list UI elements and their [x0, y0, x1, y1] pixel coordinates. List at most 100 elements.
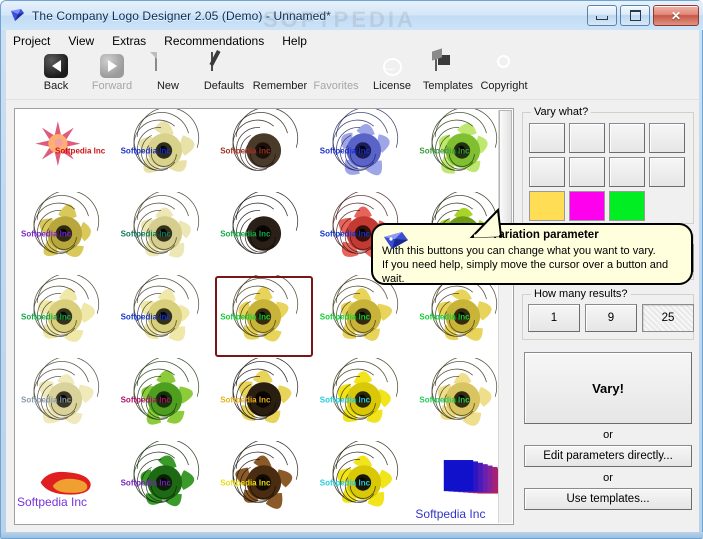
- book-grey-icon: [323, 53, 349, 79]
- result-count-1[interactable]: 1: [528, 304, 580, 332]
- grid-scrollbar[interactable]: [498, 110, 512, 523]
- logo-cell[interactable]: Softpedia Inc: [115, 358, 215, 441]
- new-page-icon: [155, 52, 181, 79]
- forward-arrow-icon: [99, 53, 125, 79]
- menu-item-help[interactable]: Help: [282, 32, 317, 50]
- logo-text: Softpedia Inc: [21, 395, 72, 404]
- logo-text: Softpedia Inc: [319, 312, 371, 321]
- logo-cell[interactable]: Softpedia Inc: [314, 441, 414, 524]
- logo-preview: Softpedia Inc: [15, 358, 115, 441]
- logo-cell[interactable]: Softpedia Inc: [115, 192, 215, 275]
- logo-cell[interactable]: Softpedia Inc: [214, 109, 314, 192]
- vary-param-row-2: [529, 157, 685, 187]
- menu-item-recommendations[interactable]: Recommendations: [164, 32, 274, 50]
- minimize-button[interactable]: [587, 5, 617, 26]
- logo-cell[interactable]: Softpedia Inc: [314, 358, 414, 441]
- toolbar-button-forward: Forward: [84, 51, 140, 92]
- param-swatch-green[interactable]: [609, 191, 645, 221]
- group-vary-what: Vary what?: [522, 106, 694, 224]
- maximize-button[interactable]: [620, 5, 650, 26]
- toolbar: Back Forward New Defaults Remember Favor…: [6, 51, 699, 100]
- logo-preview: Softpedia Inc: [15, 275, 115, 358]
- group-how-many-results: How many results? 1 9 25: [522, 288, 694, 340]
- logo-cell[interactable]: Softpedia Inc: [214, 275, 314, 358]
- tooltip-line-1: With this buttons you can change what yo…: [382, 245, 656, 257]
- vary-button[interactable]: Vary!: [524, 352, 692, 424]
- logo-text: Softpedia Inc: [419, 395, 470, 404]
- logo-text: Softpedia Inc: [319, 478, 371, 487]
- window-title: The Company Logo Designer 2.05 (Demo) - …: [32, 8, 331, 23]
- close-button[interactable]: ✕: [653, 5, 699, 26]
- logo-cell[interactable]: Softpedia Inc: [15, 109, 115, 192]
- toolbar-button-remember[interactable]: Remember: [252, 51, 308, 92]
- window-controls: ✕: [587, 5, 699, 26]
- toolbar-button-templates[interactable]: Templates: [420, 51, 476, 92]
- toolbar-button-license[interactable]: License: [364, 51, 420, 92]
- menu-bar: Project View Extras Recommendations Help: [6, 30, 699, 51]
- toolbar-label-remember: Remember: [252, 80, 308, 92]
- result-count-9[interactable]: 9: [585, 304, 637, 332]
- menu-item-view[interactable]: View: [68, 32, 104, 50]
- logo-cell[interactable]: Softpedia Inc: [214, 192, 314, 275]
- use-templates-button[interactable]: Use templates...: [524, 488, 692, 510]
- logo-grid: Softpedia Inc Softpedia Inc Softpedia Inc S…: [15, 109, 513, 524]
- toolbar-label-favorites: Favorites: [313, 80, 359, 92]
- edit-parameters-button[interactable]: Edit parameters directly...: [524, 445, 692, 467]
- toolbar-label-forward: Forward: [91, 80, 133, 92]
- logo-text: Softpedia Inc: [319, 229, 371, 238]
- logo-text: Softpedia Inc: [220, 312, 271, 321]
- logo-preview: Softpedia Inc: [15, 192, 115, 275]
- toolbar-button-back[interactable]: Back: [28, 51, 84, 92]
- logo-text: Softpedia Inc: [120, 395, 171, 404]
- logo-cell[interactable]: Softpedia Inc: [214, 358, 314, 441]
- logo-text: Softpedia Inc: [419, 146, 470, 155]
- group-label-how-many-results: How many results?: [531, 288, 631, 300]
- logo-cell[interactable]: Softpedia Inc: [115, 441, 215, 524]
- logo-preview: Softpedia Inc: [115, 441, 215, 524]
- vary-param-button-8[interactable]: [649, 157, 685, 187]
- logo-cell[interactable]: Softpedia Inc: [15, 192, 115, 275]
- vary-param-button-1[interactable]: [529, 123, 565, 153]
- tooltip-title: Variation parameter: [491, 229, 599, 241]
- toolbar-label-defaults: Defaults: [203, 80, 245, 92]
- toolbar-button-copyright[interactable]: Copyright: [476, 51, 532, 92]
- tooltip-line-2: If you need help, simply move the cursor…: [382, 259, 669, 285]
- logo-preview: Softpedia Inc: [314, 275, 414, 358]
- logo-preview: Softpedia Inc: [314, 441, 414, 524]
- logo-cell[interactable]: Softpedia Inc: [115, 109, 215, 192]
- logo-cell[interactable]: Softpedia Inc: [314, 109, 414, 192]
- logo-text: Softpedia Inc: [17, 495, 88, 510]
- or-label-2: or: [603, 472, 613, 484]
- vary-param-button-4[interactable]: [649, 123, 685, 153]
- logo-cell[interactable]: Softpedia Inc: [15, 441, 115, 524]
- logo-preview: Softpedia Inc: [15, 109, 115, 192]
- logo-text: Softpedia Inc: [21, 312, 72, 321]
- vary-param-button-6[interactable]: [569, 157, 605, 187]
- toolbar-button-new[interactable]: New: [140, 51, 196, 92]
- logo-text: Softpedia Inc: [220, 395, 271, 404]
- menu-item-extras[interactable]: Extras: [112, 32, 156, 50]
- logo-cell[interactable]: Softpedia Inc: [15, 358, 115, 441]
- logo-cell[interactable]: Softpedia Inc: [15, 275, 115, 358]
- application-window: The Company Logo Designer 2.05 (Demo) - …: [0, 0, 703, 539]
- logo-text: Softpedia Inc: [120, 229, 171, 238]
- tooltip-balloon: Variation parameter With this buttons yo…: [371, 223, 693, 285]
- vary-param-button-2[interactable]: [569, 123, 605, 153]
- logo-text: Softpedia Inc: [319, 146, 371, 155]
- logo-text: Softpedia Inc: [419, 312, 470, 321]
- logo-cell[interactable]: Softpedia Inc: [314, 275, 414, 358]
- result-count-25[interactable]: 25: [642, 304, 694, 332]
- toolbar-button-defaults[interactable]: Defaults: [196, 51, 252, 92]
- logo-preview: Softpedia Inc: [314, 109, 414, 192]
- vary-param-button-3[interactable]: [609, 123, 645, 153]
- logo-cell[interactable]: Softpedia Inc: [115, 275, 215, 358]
- menu-item-project[interactable]: Project: [13, 32, 60, 50]
- param-swatch-yellow[interactable]: [529, 191, 565, 221]
- vary-param-button-7[interactable]: [609, 157, 645, 187]
- vary-param-button-5[interactable]: [529, 157, 565, 187]
- book-icon: [267, 53, 293, 79]
- logo-text: Softpedia Inc: [120, 146, 171, 155]
- logo-preview: Softpedia Inc: [214, 192, 314, 275]
- param-swatch-magenta[interactable]: [569, 191, 605, 221]
- logo-cell[interactable]: Softpedia Inc: [214, 441, 314, 524]
